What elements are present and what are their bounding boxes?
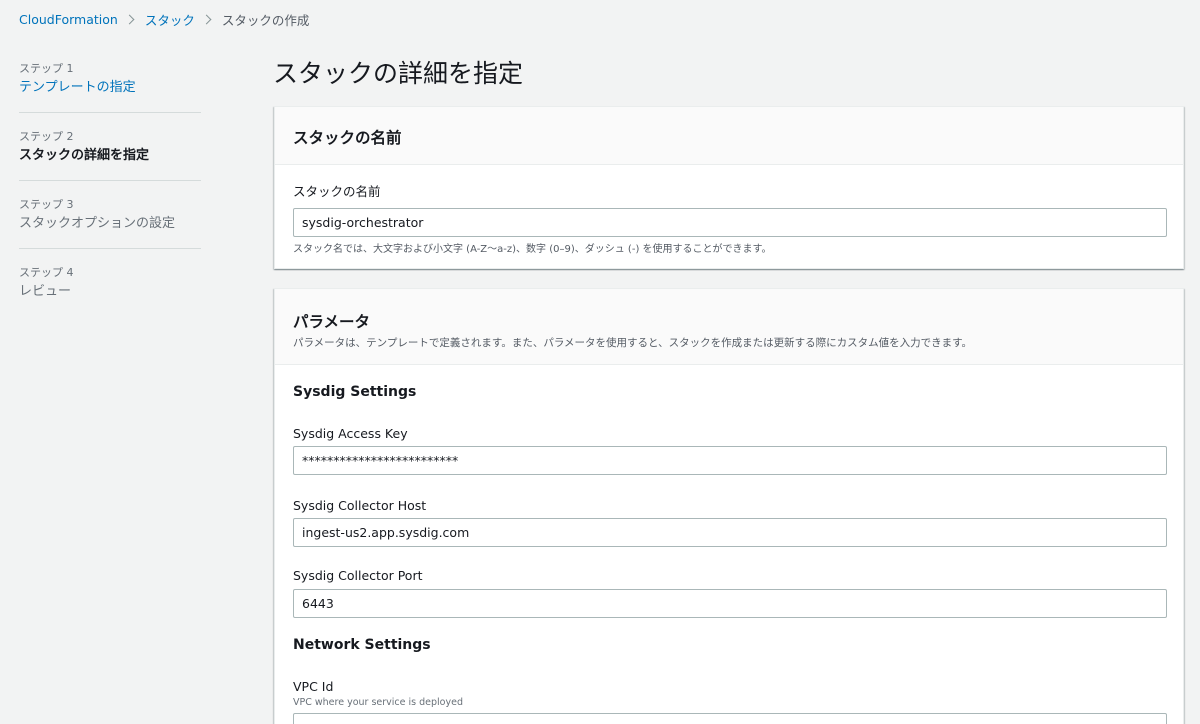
vpc-id-description: VPC where your service is deployed <box>293 697 463 708</box>
breadcrumb-stacks-link[interactable]: スタック <box>145 10 195 29</box>
vpc-id-select[interactable] <box>293 713 1167 724</box>
chevron-right-icon <box>201 14 212 25</box>
collector-port-input[interactable] <box>293 589 1167 618</box>
step-link-template[interactable]: テンプレートの指定 <box>19 79 201 97</box>
collector-host-input[interactable] <box>293 518 1167 547</box>
breadcrumb-cloudformation-link[interactable]: CloudFormation <box>19 12 118 27</box>
step-number: ステップ 4 <box>19 266 74 279</box>
breadcrumb-current: スタックの作成 <box>221 13 310 28</box>
access-key-label: Sysdig Access Key <box>293 426 408 441</box>
wizard-step-2: ステップ 2 スタックの詳細を指定 <box>19 130 201 181</box>
vpc-id-label: VPC Id <box>293 679 334 694</box>
stack-name-input[interactable] <box>293 208 1167 237</box>
panel-title: パラメータ <box>293 313 371 331</box>
wizard-step-3: ステップ 3 スタックオプションの設定 <box>19 198 201 249</box>
step-number: ステップ 2 <box>19 130 74 143</box>
breadcrumb: CloudFormation スタック スタックの作成 <box>19 10 309 29</box>
stack-name-panel: スタックの名前 スタックの名前 スタック名では、大文字および小文字 (A-Z〜a… <box>274 106 1184 269</box>
stack-name-label: スタックの名前 <box>293 184 381 199</box>
step-label-current: スタックの詳細を指定 <box>19 148 150 163</box>
panel-header: パラメータ パラメータは、テンプレートで定義されます。また、パラメータを使用する… <box>275 289 1183 365</box>
collector-port-label: Sysdig Collector Port <box>293 568 423 583</box>
step-label-options: スタックオプションの設定 <box>19 216 176 231</box>
step-number: ステップ 1 <box>19 62 74 75</box>
sysdig-settings-heading: Sysdig Settings <box>293 384 417 400</box>
network-settings-heading: Network Settings <box>293 637 431 653</box>
wizard-step-4: ステップ 4 レビュー <box>19 266 201 316</box>
wizard-step-1: ステップ 1 テンプレートの指定 <box>19 62 201 113</box>
wizard-steps: ステップ 1 テンプレートの指定 ステップ 2 スタックの詳細を指定 ステップ … <box>19 62 201 333</box>
panel-title: スタックの名前 <box>293 129 402 147</box>
stack-name-help: スタック名では、大文字および小文字 (A-Z〜a-z)、数字 (0–9)、ダッシ… <box>293 244 772 255</box>
page-title: スタックの詳細を指定 <box>273 59 524 88</box>
access-key-input[interactable] <box>293 446 1167 475</box>
parameters-panel: パラメータ パラメータは、テンプレートで定義されます。また、パラメータを使用する… <box>274 288 1184 724</box>
panel-body: スタックの名前 スタック名では、大文字および小文字 (A-Z〜a-z)、数字 (… <box>275 165 1183 255</box>
chevron-right-icon <box>124 14 135 25</box>
step-number: ステップ 3 <box>19 198 74 211</box>
panel-description: パラメータは、テンプレートで定義されます。また、パラメータを使用すると、スタック… <box>293 337 973 349</box>
step-label-review: レビュー <box>19 284 72 299</box>
collector-host-label: Sysdig Collector Host <box>293 498 427 513</box>
panel-header: スタックの名前 <box>275 107 1183 165</box>
